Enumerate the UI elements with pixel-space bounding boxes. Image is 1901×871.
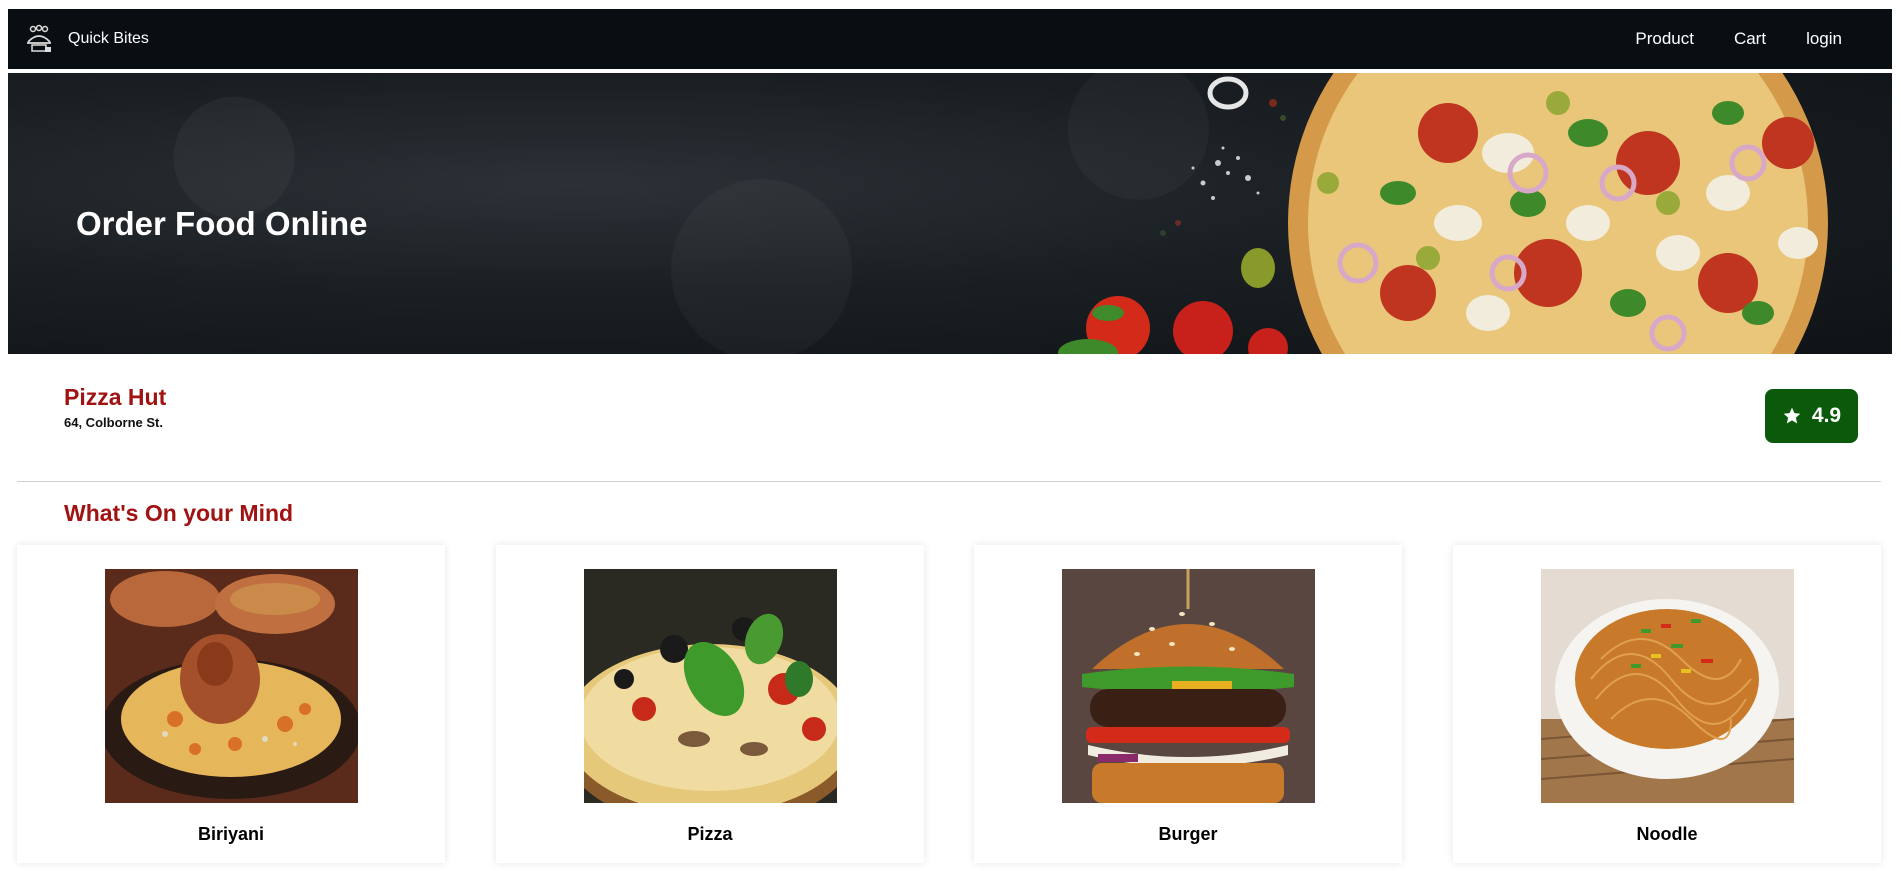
rating-badge: 4.9 <box>1765 389 1858 443</box>
category-card-pizza[interactable]: Pizza <box>496 545 924 863</box>
restaurant-info: Pizza Hut 64, Colborne St. <box>64 384 166 430</box>
category-cards: Biriyani Pizza Burger Noodle <box>17 545 1881 863</box>
restaurant-address: 64, Colborne St. <box>64 415 163 430</box>
hero-title: Order Food Online <box>76 205 368 242</box>
category-card-biriyani[interactable]: Biriyani <box>17 545 445 863</box>
nav-links: Product Cart login <box>1635 29 1842 49</box>
restaurant-name: Pizza Hut <box>64 384 167 410</box>
category-label: Noodle <box>1636 824 1698 844</box>
pizza-hero-illustration <box>1058 73 1828 354</box>
star-icon <box>1783 407 1801 424</box>
category-card-noodle[interactable]: Noodle <box>1453 545 1881 863</box>
nav-link-product[interactable]: Product <box>1635 29 1694 49</box>
category-label: Pizza <box>687 824 733 844</box>
nav-link-cart[interactable]: Cart <box>1734 29 1766 49</box>
brand[interactable]: Quick Bites <box>22 22 149 56</box>
category-label: Burger <box>1158 824 1218 844</box>
nav-link-login[interactable]: login <box>1806 29 1842 49</box>
brand-name: Quick Bites <box>68 30 149 47</box>
section-title: What's On your Mind <box>64 500 294 526</box>
rating-value: 4.9 <box>1811 404 1842 427</box>
page: Quick Bites Product Cart login Order Foo… <box>0 0 1901 871</box>
category-label: Biriyani <box>197 824 265 844</box>
section-divider <box>17 481 1881 482</box>
pizza-image <box>584 569 837 803</box>
noodle-image <box>1541 569 1794 803</box>
hero-banner: Order Food Online <box>8 73 1892 354</box>
category-card-burger[interactable]: Burger <box>974 545 1402 863</box>
chef-delivery-icon <box>22 22 56 56</box>
biriyani-image <box>105 569 358 803</box>
burger-image <box>1062 569 1315 803</box>
navbar: Quick Bites Product Cart login <box>8 9 1892 69</box>
